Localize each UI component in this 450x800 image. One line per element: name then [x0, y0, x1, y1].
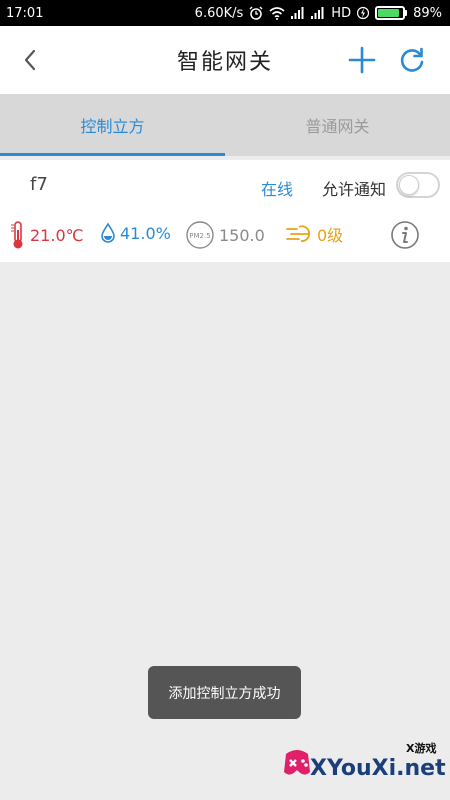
info-icon [391, 221, 419, 249]
toggle-knob [399, 175, 419, 195]
charging-icon [357, 6, 370, 20]
network-type: HD [331, 5, 352, 21]
signal-icon [291, 7, 304, 19]
water-drop-icon [101, 222, 115, 243]
gamepad-logo-icon [284, 750, 310, 775]
watermark-text: XYouXi.net [310, 756, 446, 781]
tab-bar: 控制立方 普通网关 [0, 94, 450, 156]
wifi-icon [269, 6, 285, 20]
device-status: 在线 [261, 180, 294, 199]
pm25-value: 150.0 [219, 225, 265, 245]
temperature-value: 21.0℃ [30, 225, 84, 245]
pm25-icon: PM2.5 [186, 221, 214, 249]
humidity-value: 41.0% [120, 223, 171, 243]
pm25-reading: PM2.5 150.0 [185, 220, 265, 250]
watermark: X游戏 XYouXi.net [276, 730, 446, 796]
notify-toggle[interactable] [396, 172, 440, 198]
pm25-icon-label: PM2.5 [189, 232, 210, 240]
status-time: 17:01 [6, 5, 44, 21]
notify-label: 允许通知 [322, 180, 387, 199]
sensor-row: 21.0℃ 41.0% PM2.5 150.0 0级 [0, 218, 450, 254]
thermometer-icon [11, 221, 23, 249]
signal-icon-2 [311, 7, 324, 19]
watermark-small: X游戏 [406, 742, 437, 755]
wind-icon [286, 225, 310, 242]
device-name: f7 [30, 174, 48, 195]
tab-control-cube[interactable]: 控制立方 [0, 94, 225, 156]
page-title: 智能网关 [176, 50, 273, 75]
app-header: 智能网关 [0, 26, 450, 94]
wind-value: 0级 [317, 226, 344, 245]
status-indicators: 6.60K/s HD 89% [195, 6, 442, 21]
temperature-reading: 21.0℃ [10, 220, 84, 250]
alarm-icon [249, 6, 263, 20]
wind-reading: 0级 [285, 222, 343, 246]
refresh-button[interactable] [396, 44, 428, 76]
network-speed: 6.60K/s [194, 5, 244, 21]
refresh-icon [400, 47, 424, 72]
info-button[interactable] [390, 220, 420, 250]
device-card[interactable]: f7 在线 允许通知 21.0℃ 41.0% PM2.5 150.0 0级 [0, 160, 450, 262]
status-bar: 17:01 6.60K/s HD 89% [0, 0, 450, 26]
toast-message: 添加控制立方成功 [148, 666, 301, 719]
humidity-reading: 41.0% [100, 222, 171, 244]
battery-percent: 89% [413, 5, 442, 21]
plus-icon [348, 46, 376, 74]
battery-icon [375, 6, 408, 20]
add-button[interactable] [346, 44, 378, 76]
tab-normal-gateway[interactable]: 普通网关 [225, 94, 450, 156]
